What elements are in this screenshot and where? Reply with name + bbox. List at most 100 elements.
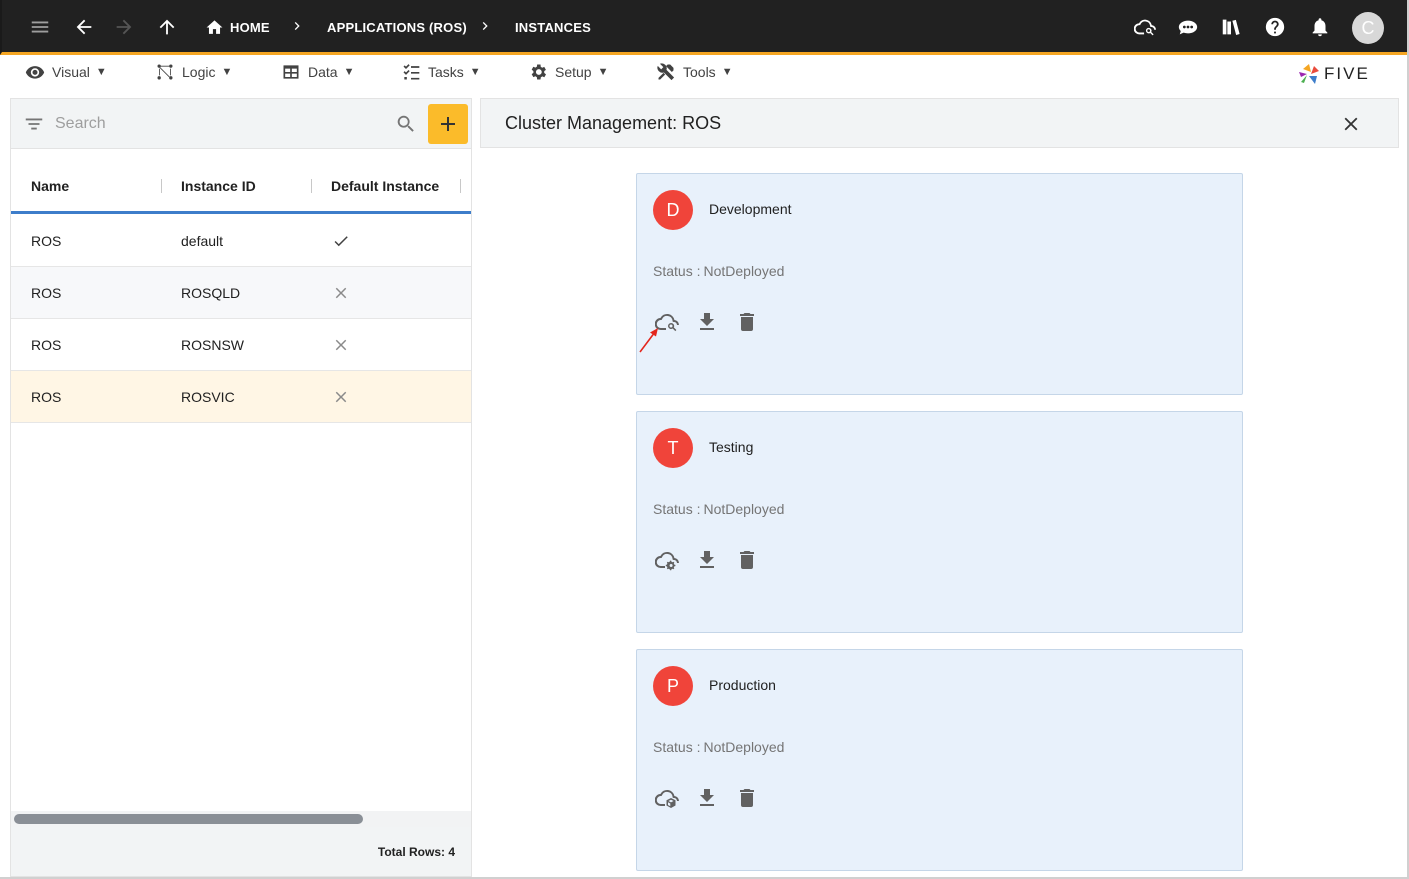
table-header: Name Instance ID Default Instance xyxy=(11,160,471,214)
dropdown-caret-icon: ▼ xyxy=(469,66,481,78)
dropdown-caret-icon: ▼ xyxy=(95,66,107,78)
total-rows: Total Rows: 4 xyxy=(377,845,455,859)
five-logo: FIVE xyxy=(1298,61,1390,87)
filter-icon[interactable] xyxy=(23,113,45,135)
table-footer: Total Rows: 4 xyxy=(11,827,471,876)
cell-instance-id: ROSQLD xyxy=(181,284,241,301)
menu-tools[interactable]: Tools ▼ xyxy=(656,61,733,83)
home-icon xyxy=(206,20,223,34)
download-icon[interactable] xyxy=(693,546,721,574)
gear-icon xyxy=(531,64,546,80)
forward-arrow-icon[interactable] xyxy=(107,10,141,44)
table-row[interactable]: ROS default xyxy=(11,215,471,267)
menu-icon[interactable] xyxy=(23,10,57,44)
column-header-name[interactable]: Name xyxy=(31,160,69,211)
menu-setup[interactable]: Setup ▼ xyxy=(528,61,608,83)
dropdown-caret-icon: ▼ xyxy=(721,66,733,78)
status-value: NotDeployed xyxy=(703,501,785,517)
table-row-selected[interactable]: ROS ROSVIC xyxy=(11,371,471,423)
menu-visual[interactable]: Visual ▼ xyxy=(25,61,107,83)
tools-icon xyxy=(657,63,675,81)
table-row[interactable]: ROS ROSNSW xyxy=(11,319,471,371)
five-logo-mark xyxy=(1299,64,1319,84)
user-avatar[interactable]: C xyxy=(1352,12,1384,44)
breadcrumb-home-label: HOME xyxy=(230,20,270,35)
scrollbar-thumb[interactable] xyxy=(14,814,363,824)
dropdown-caret-icon: ▼ xyxy=(221,66,233,78)
detail-header: Cluster Management: ROS xyxy=(480,98,1399,148)
search-icon[interactable] xyxy=(395,113,417,135)
eye-icon xyxy=(25,66,45,79)
dropdown-caret-icon: ▼ xyxy=(343,66,355,78)
cloud-gear-icon[interactable] xyxy=(653,546,681,574)
trash-icon[interactable] xyxy=(733,784,761,812)
download-icon[interactable] xyxy=(693,784,721,812)
download-icon[interactable] xyxy=(693,308,721,336)
environment-name: Production xyxy=(709,677,776,693)
cloud-search-icon[interactable] xyxy=(1128,10,1162,44)
status-text: Status : NotDeployed xyxy=(653,263,784,279)
environment-card-development: D Development Status : NotDeployed xyxy=(636,173,1243,395)
search-input[interactable] xyxy=(55,111,385,137)
menu-data[interactable]: Data ▼ xyxy=(281,61,354,83)
cell-instance-id: ROSNSW xyxy=(181,336,244,353)
menu-tasks[interactable]: Tasks ▼ xyxy=(401,61,481,83)
check-icon xyxy=(332,215,350,266)
column-header-instance-id[interactable]: Instance ID xyxy=(181,160,256,211)
cell-instance-id: ROSVIC xyxy=(181,388,235,405)
column-divider[interactable] xyxy=(460,179,461,193)
close-button[interactable] xyxy=(1339,112,1363,136)
cloud-box-icon[interactable] xyxy=(653,784,681,812)
chat-bot-icon[interactable] xyxy=(1171,10,1205,44)
breadcrumb-applications[interactable]: APPLICATIONS (ROS) xyxy=(327,0,467,55)
cell-name: ROS xyxy=(31,388,62,405)
avatar: D xyxy=(653,190,693,230)
back-arrow-icon[interactable] xyxy=(67,10,101,44)
breadcrumb-home[interactable]: HOME xyxy=(205,0,270,55)
five-logo-text: FIVE xyxy=(1324,64,1370,83)
cross-icon xyxy=(332,267,350,318)
up-arrow-icon[interactable] xyxy=(150,10,184,44)
table-row[interactable]: ROS ROSQLD xyxy=(11,267,471,319)
search-bar xyxy=(11,99,471,149)
help-icon[interactable] xyxy=(1258,10,1292,44)
cross-icon xyxy=(332,319,350,370)
library-icon[interactable] xyxy=(1214,10,1248,44)
bell-icon[interactable] xyxy=(1303,10,1337,44)
cell-name: ROS xyxy=(31,232,62,249)
plus-icon xyxy=(441,117,455,131)
table-icon xyxy=(283,65,299,79)
column-divider[interactable] xyxy=(161,179,162,193)
status-text: Status : NotDeployed xyxy=(653,739,784,755)
environment-name: Testing xyxy=(709,439,754,455)
tasks-icon xyxy=(403,64,420,80)
column-divider[interactable] xyxy=(311,179,312,193)
cell-name: ROS xyxy=(31,284,62,301)
environment-card-production: P Production Status : NotDeployed xyxy=(636,649,1243,871)
status-value: NotDeployed xyxy=(703,739,785,755)
annotation-arrow-icon xyxy=(639,328,658,353)
menu-logic[interactable]: Logic ▼ xyxy=(155,61,232,83)
avatar: T xyxy=(653,428,693,468)
close-icon xyxy=(1344,117,1358,131)
add-button[interactable] xyxy=(428,104,468,144)
cell-name: ROS xyxy=(31,336,62,353)
status-text: Status : NotDeployed xyxy=(653,501,784,517)
status-label: Status : xyxy=(653,501,701,517)
avatar: P xyxy=(653,666,693,706)
menu-bar: Visual ▼ Logic ▼ Data ▼ Tasks ▼ Setup ▼ … xyxy=(0,55,1409,91)
dropdown-caret-icon: ▼ xyxy=(597,66,609,78)
trash-icon[interactable] xyxy=(733,308,761,336)
status-label: Status : xyxy=(653,739,701,755)
page-title: Cluster Management: ROS xyxy=(505,113,722,133)
chevron-right-icon xyxy=(477,18,493,34)
trash-icon[interactable] xyxy=(733,546,761,574)
logic-icon xyxy=(157,64,173,80)
status-label: Status : xyxy=(653,263,701,279)
environment-card-testing: T Testing Status : NotDeployed xyxy=(636,411,1243,633)
top-app-bar: HOME APPLICATIONS (ROS) INSTANCES C xyxy=(0,0,1409,55)
horizontal-scrollbar[interactable] xyxy=(11,811,471,827)
status-value: NotDeployed xyxy=(703,263,785,279)
column-header-default-instance[interactable]: Default Instance xyxy=(331,160,439,211)
cross-icon xyxy=(332,371,350,422)
